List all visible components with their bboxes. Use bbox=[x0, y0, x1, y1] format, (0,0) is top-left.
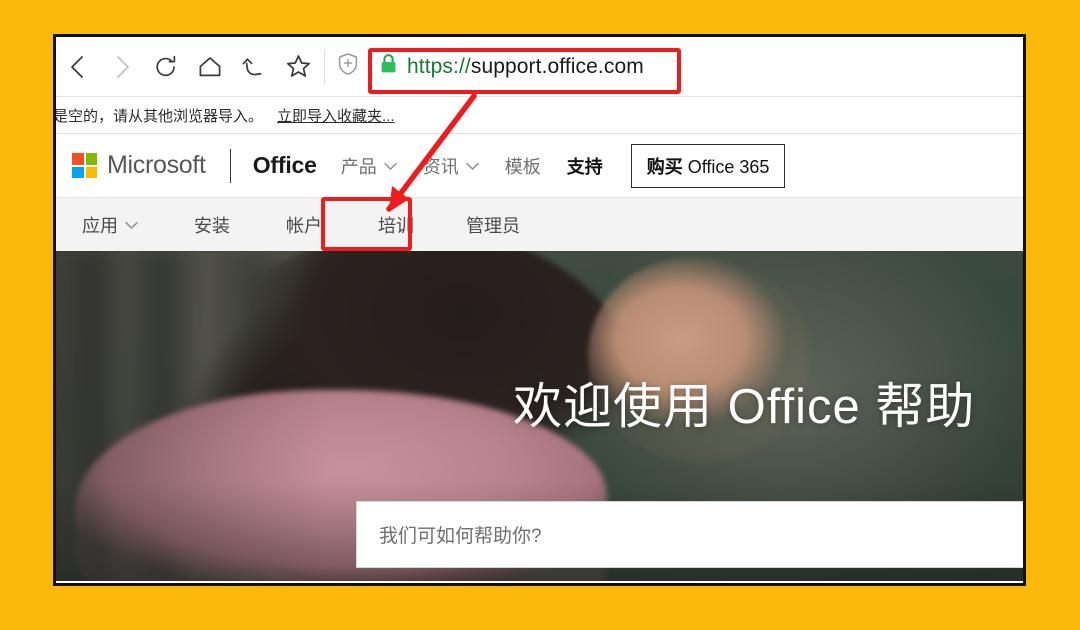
microsoft-logo[interactable]: Microsoft bbox=[72, 151, 206, 180]
tracking-protection-button[interactable] bbox=[331, 47, 365, 87]
import-bookmarks-link[interactable]: 立即导入收藏夹... bbox=[277, 105, 395, 126]
bookmarks-bar: 夹是空的，请从其他浏览器导入。 立即导入收藏夹... bbox=[56, 97, 1023, 134]
buy-button-label-en: Office 365 bbox=[682, 156, 770, 177]
microsoft-logo-icon bbox=[72, 153, 97, 178]
header-nav: 产品 资讯 模板 支持 购买 Office 365 bbox=[341, 143, 1023, 188]
sub-nav-item-admin[interactable]: 管理员 bbox=[466, 212, 520, 238]
forward-arrow-icon bbox=[111, 54, 133, 80]
refresh-button[interactable] bbox=[144, 45, 188, 89]
star-icon bbox=[285, 53, 312, 80]
toolbar-divider bbox=[324, 49, 325, 84]
buy-office365-button[interactable]: 购买 Office 365 bbox=[630, 143, 786, 188]
browser-window: https://support.office.com 夹是空的，请从其他浏览器导… bbox=[53, 34, 1026, 586]
sub-nav-item-apps[interactable]: 应用 bbox=[82, 212, 138, 238]
header-nav-item-products[interactable]: 产品 bbox=[341, 153, 397, 179]
home-icon bbox=[197, 54, 223, 80]
refresh-icon bbox=[153, 54, 179, 80]
back-button[interactable] bbox=[56, 45, 100, 89]
logo-square-yellow bbox=[85, 166, 97, 178]
green-lock-icon bbox=[379, 53, 398, 80]
page-content: Microsoft Office 产品 资讯 模板 支持 购买 Office 3… bbox=[56, 134, 1023, 581]
header-nav-item-news[interactable]: 资讯 bbox=[423, 153, 479, 179]
header-nav-label: 支持 bbox=[566, 156, 603, 177]
forward-button[interactable] bbox=[100, 45, 144, 89]
help-search-placeholder: 我们可如何帮助你? bbox=[379, 526, 542, 547]
sub-nav: 应用 安装 帐户 培训 管理员 bbox=[56, 197, 1023, 251]
shield-plus-icon bbox=[337, 52, 359, 81]
sub-nav-item-training[interactable]: 培训 bbox=[378, 212, 414, 238]
browser-toolbar: https://support.office.com bbox=[56, 37, 1023, 97]
header-nav-label: 产品 bbox=[340, 156, 377, 177]
logo-square-red bbox=[72, 153, 84, 165]
logo-square-blue bbox=[72, 166, 84, 178]
microsoft-wordmark: Microsoft bbox=[107, 151, 206, 179]
chevron-down-icon bbox=[466, 155, 479, 176]
help-search-box[interactable]: 我们可如何帮助你? bbox=[356, 501, 1023, 568]
header-divider bbox=[229, 148, 231, 183]
sub-nav-item-account[interactable]: 帐户 bbox=[286, 212, 322, 238]
header-nav-label: 资讯 bbox=[422, 156, 459, 177]
undo-arrow-icon bbox=[241, 54, 267, 80]
url-scheme: https:// bbox=[407, 54, 471, 78]
favorite-button[interactable] bbox=[276, 45, 320, 89]
hero-heading: 欢迎使用 Office 帮助 bbox=[513, 380, 976, 434]
buy-button-label-cn: 购买 bbox=[646, 156, 683, 177]
header-nav-label: 模板 bbox=[504, 156, 541, 177]
chevron-down-icon bbox=[384, 155, 397, 176]
site-header: Microsoft Office 产品 资讯 模板 支持 购买 Office 3… bbox=[56, 134, 1023, 197]
bookmarks-empty-hint: 夹是空的，请从其他浏览器导入。 bbox=[56, 107, 264, 125]
logo-square-green bbox=[85, 153, 97, 165]
address-bar[interactable]: https://support.office.com bbox=[365, 45, 1023, 89]
back-arrow-icon bbox=[67, 54, 89, 80]
sub-nav-label: 应用 bbox=[82, 215, 118, 236]
sub-nav-item-install[interactable]: 安装 bbox=[194, 212, 230, 238]
header-nav-item-templates[interactable]: 模板 bbox=[505, 153, 541, 179]
chevron-down-icon bbox=[125, 214, 138, 235]
hero-banner: 欢迎使用 Office 帮助 我们可如何帮助你? bbox=[56, 251, 1023, 581]
home-button[interactable] bbox=[188, 45, 232, 89]
office-title[interactable]: Office bbox=[253, 152, 317, 179]
header-nav-item-support[interactable]: 支持 bbox=[567, 153, 603, 179]
url-host: support.office.com bbox=[470, 54, 644, 78]
address-text: https://support.office.com bbox=[407, 55, 644, 79]
history-button[interactable] bbox=[232, 45, 276, 89]
